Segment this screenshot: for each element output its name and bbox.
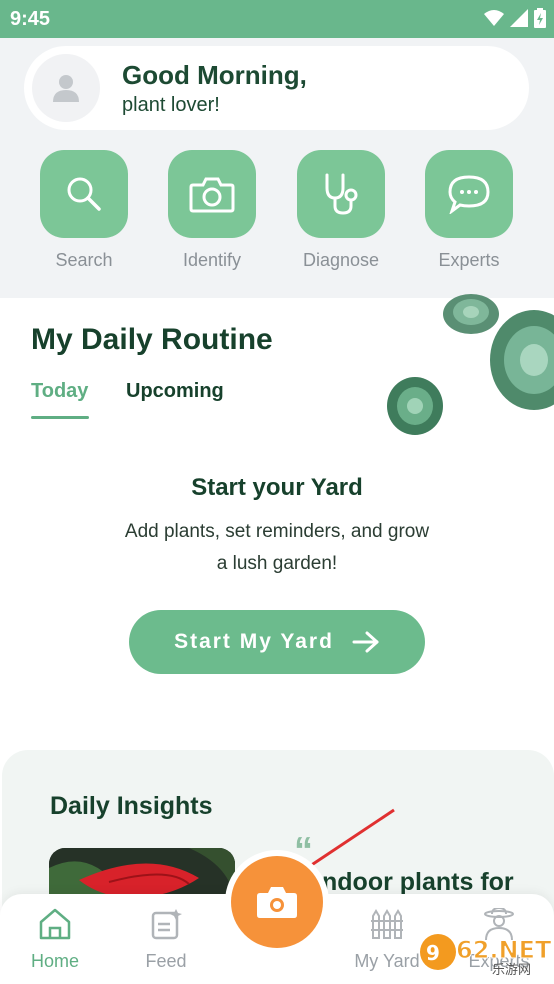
- battery-icon: [534, 8, 546, 28]
- identify-label: Identify: [182, 250, 242, 270]
- identify-tile[interactable]: [168, 150, 256, 238]
- stethoscope-icon: [325, 173, 358, 215]
- tab-indicator: [31, 416, 89, 419]
- succulent-decoration: [490, 310, 554, 410]
- start-my-yard-label: Start My Yard: [174, 630, 334, 653]
- insights-title: Daily Insights: [50, 792, 213, 820]
- experts-tile[interactable]: [425, 150, 513, 238]
- start-my-yard-button[interactable]: Start My Yard: [129, 610, 425, 674]
- succulent-decoration: [387, 377, 443, 435]
- feed-icon: [151, 909, 182, 940]
- diagnose-tile[interactable]: [297, 150, 385, 238]
- wifi-icon: [484, 10, 504, 26]
- home-icon: [39, 908, 71, 940]
- nav-home[interactable]: Home: [10, 908, 100, 972]
- tab-upcoming[interactable]: Upcoming: [126, 380, 224, 403]
- watermark-logo: 9 62.NET 乐游网: [418, 926, 552, 978]
- nav-feed-label: Feed: [145, 951, 187, 971]
- experts-action[interactable]: Experts: [414, 150, 524, 271]
- search-label: Search: [55, 250, 113, 270]
- search-icon: [67, 177, 101, 211]
- nav-feed[interactable]: Feed: [121, 908, 211, 972]
- search-action[interactable]: Search: [29, 150, 139, 271]
- system-icons: [484, 8, 546, 28]
- diagnose-label: Diagnose: [302, 250, 380, 270]
- greeting-card[interactable]: Good Morning, plant lover!: [24, 46, 529, 130]
- signal-icon: [510, 9, 528, 27]
- status-time: 9:45: [10, 8, 51, 30]
- svg-text:9: 9: [426, 941, 440, 965]
- camera-icon: [257, 887, 297, 918]
- identify-action[interactable]: Identify: [157, 150, 267, 271]
- watermark-graphic: 9 62.NET 乐游网: [420, 934, 552, 978]
- camera-fab-button[interactable]: [231, 856, 323, 948]
- user-icon: [53, 75, 79, 102]
- nav-home-label: Home: [30, 951, 79, 971]
- avatar[interactable]: [32, 54, 100, 122]
- greeting-title: Good Morning,: [122, 60, 307, 90]
- experts-label: Experts: [438, 250, 500, 270]
- chat-icon: [448, 175, 490, 214]
- camera-icon: [189, 177, 235, 213]
- empty-state-title: Start your Yard: [191, 474, 363, 501]
- svg-text:乐游网: 乐游网: [492, 963, 531, 978]
- tab-today[interactable]: Today: [31, 380, 88, 403]
- fence-icon: [371, 909, 403, 939]
- svg-text:62.NET: 62.NET: [456, 936, 552, 964]
- routine-title: My Daily Routine: [31, 323, 273, 356]
- greeting-subtitle: plant lover!: [122, 94, 220, 116]
- arrow-right-icon: [352, 631, 379, 653]
- header-section: Good Morning, plant lover! Search Identi…: [0, 38, 554, 298]
- status-bar: 9:45: [0, 0, 554, 38]
- diagnose-action[interactable]: Diagnose: [286, 150, 396, 271]
- empty-state-description: Add plants, set reminders, and grow a lu…: [124, 521, 430, 574]
- search-tile[interactable]: [40, 150, 128, 238]
